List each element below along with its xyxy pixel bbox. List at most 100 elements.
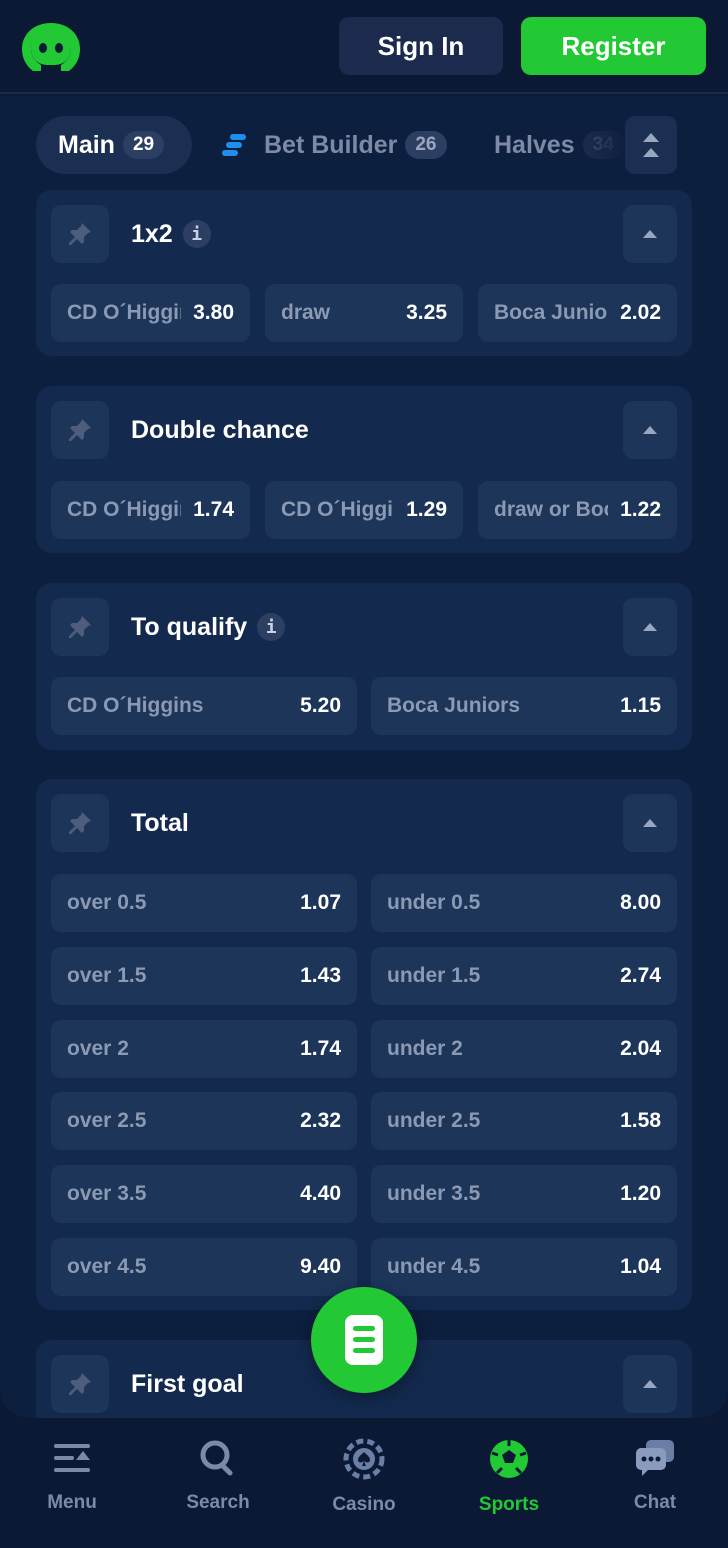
chevron-up-icon	[643, 426, 657, 434]
chevron-up-icon	[643, 230, 657, 238]
odds-value: 2.32	[300, 1109, 341, 1132]
odds-value: 1.58	[620, 1109, 661, 1132]
odds-value: 1.22	[620, 498, 661, 521]
info-icon[interactable]: i	[182, 220, 211, 248]
odds-button[interactable]: under 4.5 1.04	[371, 1238, 677, 1296]
market-title: Total	[131, 794, 189, 852]
markets-panel: Main 29 Bet Builder 26 Halves 34	[0, 96, 728, 1418]
odds-value: 2.04	[620, 1037, 661, 1060]
odds-label: under 2.5	[387, 1109, 481, 1132]
market-card-1x2: 1x2 i CD O´Higgins 3.80 draw 3.25 Boca J…	[36, 190, 692, 356]
market-title: First goal	[131, 1355, 244, 1413]
tabs-fade	[570, 116, 630, 174]
odds-label: under 2	[387, 1037, 463, 1060]
nav-menu[interactable]: Menu	[22, 1438, 122, 1538]
odds-value: 2.02	[620, 301, 661, 324]
odds-button[interactable]: Boca Juniors 1.15	[371, 677, 677, 735]
odds-value: 1.20	[620, 1182, 661, 1205]
odds-value: 8.00	[620, 891, 661, 914]
menu-icon	[54, 1444, 90, 1472]
odds-label: under 1.5	[387, 964, 481, 987]
market-title-text: To qualify	[131, 612, 248, 641]
odds-label: under 3.5	[387, 1182, 481, 1205]
odds-button[interactable]: Boca Juniors 2.02	[478, 284, 677, 342]
nav-sports[interactable]: Sports	[459, 1438, 559, 1538]
odds-value: 1.15	[620, 694, 661, 717]
collapse-all-button[interactable]	[625, 116, 677, 174]
nav-chat[interactable]: Chat	[605, 1438, 705, 1538]
odds-button[interactable]: over 1.5 1.43	[51, 947, 357, 1005]
betslip-icon	[345, 1315, 383, 1365]
market-tabs: Main 29 Bet Builder 26 Halves 34	[0, 116, 728, 176]
odds-label: under 0.5	[387, 891, 481, 914]
odds-value: 1.74	[300, 1037, 341, 1060]
tab-label: Bet Builder	[264, 130, 398, 159]
tab-main[interactable]: Main 29	[36, 116, 192, 174]
collapse-all-icon	[643, 133, 659, 157]
tab-count-badge: 29	[122, 131, 165, 159]
odds-button[interactable]: draw 3.25	[265, 284, 463, 342]
pin-button[interactable]	[51, 401, 109, 459]
odds-value: 3.80	[193, 301, 234, 324]
odds-button[interactable]: CD O´Higgins 5.20	[51, 677, 357, 735]
tab-bet-builder[interactable]: Bet Builder 26	[222, 116, 447, 174]
sign-in-button[interactable]: Sign In	[339, 17, 503, 75]
odds-button[interactable]: draw or Boca Juniors 1.22	[478, 481, 677, 539]
market-title-text: Double chance	[131, 415, 309, 444]
casino-chip-icon	[343, 1438, 385, 1480]
pin-button[interactable]	[51, 1355, 109, 1413]
market-card-total: Total over 0.5 1.07 under 0.5 8.00 over …	[36, 779, 692, 1310]
nav-label: Menu	[47, 1492, 97, 1513]
odds-button[interactable]: over 4.5 9.40	[51, 1238, 357, 1296]
odds-value: 1.29	[406, 498, 447, 521]
market-title: 1x2 i	[131, 205, 211, 263]
odds-button[interactable]: under 2 2.04	[371, 1020, 677, 1078]
odds-button[interactable]: under 0.5 8.00	[371, 874, 677, 932]
chevron-up-icon	[643, 1380, 657, 1388]
odds-button[interactable]: over 2 1.74	[51, 1020, 357, 1078]
collapse-market-button[interactable]	[623, 401, 677, 459]
odds-button[interactable]: CD O´Higgins 3.80	[51, 284, 250, 342]
nav-label: Search	[186, 1492, 250, 1513]
collapse-market-button[interactable]	[623, 598, 677, 656]
odds-button[interactable]: over 0.5 1.07	[51, 874, 357, 932]
odds-button[interactable]: CD O´Higgins or draw 1.74	[51, 481, 250, 539]
odds-value: 3.25	[406, 301, 447, 324]
market-title-text: First goal	[131, 1369, 244, 1398]
nav-label: Sports	[478, 1494, 540, 1515]
nav-casino[interactable]: Casino	[314, 1438, 414, 1538]
pin-icon	[69, 812, 91, 834]
odds-button[interactable]: over 2.5 2.32	[51, 1092, 357, 1150]
odds-label: Boca Juniors	[387, 694, 521, 717]
odds-button[interactable]: under 1.5 2.74	[371, 947, 677, 1005]
header: Sign In Register	[0, 0, 728, 94]
odds-value: 1.07	[300, 891, 341, 914]
odds-label: over 3.5	[67, 1182, 147, 1205]
odds-label: over 2.5	[67, 1109, 147, 1132]
odds-value: 1.43	[300, 964, 341, 987]
odds-label: CD O´Higgins or draw	[67, 498, 181, 521]
info-icon[interactable]: i	[257, 613, 286, 641]
tab-label: Main	[58, 130, 115, 159]
odds-button[interactable]: under 2.5 1.58	[371, 1092, 677, 1150]
market-card-to-qualify: To qualify i CD O´Higgins 5.20 Boca Juni…	[36, 583, 692, 750]
chat-icon	[636, 1440, 674, 1476]
pin-button[interactable]	[51, 794, 109, 852]
betslip-button[interactable]	[311, 1287, 417, 1393]
collapse-market-button[interactable]	[623, 205, 677, 263]
odds-value: 4.40	[300, 1182, 341, 1205]
collapse-market-button[interactable]	[623, 794, 677, 852]
logo-icon[interactable]	[20, 21, 82, 75]
collapse-market-button[interactable]	[623, 1355, 677, 1413]
odds-value: 5.20	[300, 694, 341, 717]
odds-value: 9.40	[300, 1255, 341, 1278]
nav-search[interactable]: Search	[168, 1438, 268, 1538]
odds-label: draw or Boca Juniors	[494, 498, 608, 521]
odds-button[interactable]: over 3.5 4.40	[51, 1165, 357, 1223]
odds-button[interactable]: CD O´Higgins or Boca Juniors 1.29	[265, 481, 463, 539]
pin-button[interactable]	[51, 205, 109, 263]
odds-button[interactable]: under 3.5 1.20	[371, 1165, 677, 1223]
pin-button[interactable]	[51, 598, 109, 656]
register-button[interactable]: Register	[521, 17, 706, 75]
chevron-up-icon	[643, 819, 657, 827]
